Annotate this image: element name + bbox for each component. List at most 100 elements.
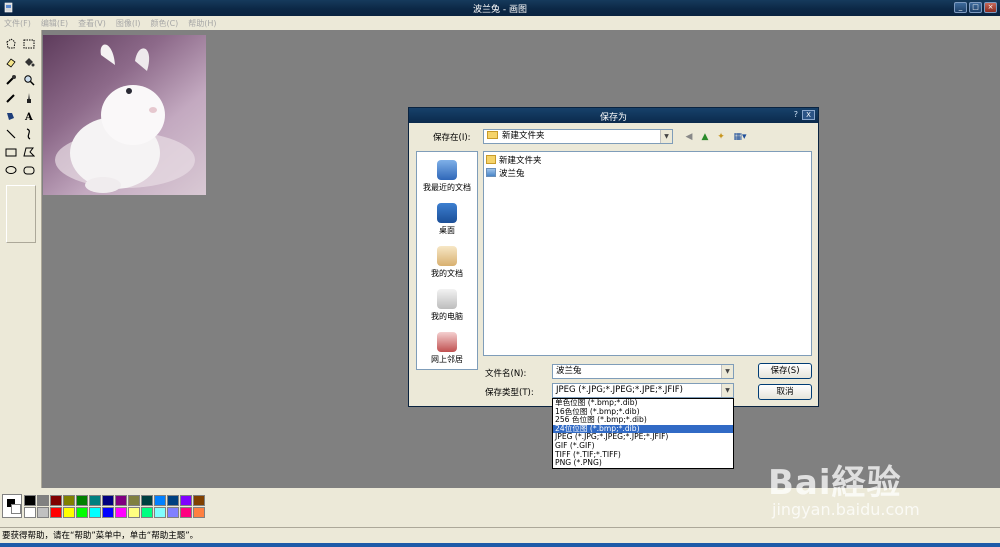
cancel-button[interactable]: 取消 [758, 384, 812, 400]
color-swatch[interactable] [193, 495, 205, 506]
ellipse-icon[interactable] [2, 161, 20, 178]
place-desktop[interactable]: 桌面 [417, 203, 477, 236]
place-network[interactable]: 网上邻居 [417, 332, 477, 365]
color-swatch[interactable] [63, 507, 75, 518]
filetype-option-selected[interactable]: 24位位图 (*.bmp;*.dib) [553, 424, 733, 434]
color-swatch[interactable] [102, 495, 114, 506]
brush-icon[interactable] [20, 89, 38, 106]
save-button[interactable]: 保存(S) [758, 363, 812, 379]
color-swatch[interactable] [76, 495, 88, 506]
watermark-url: jingyan.baidu.com [772, 500, 920, 519]
filetype-option[interactable]: 256 色位图 (*.bmp;*.dib) [553, 416, 733, 425]
color-swatch[interactable] [141, 495, 153, 506]
menu-file[interactable]: 文件(F) [4, 18, 31, 29]
line-icon[interactable] [2, 125, 20, 142]
color-picker-icon[interactable] [2, 71, 20, 88]
filetype-value: JPEG (*.JPG;*.JPEG;*.JPE;*.JFIF) [556, 385, 683, 395]
filetype-option[interactable]: TIFF (*.TIF;*.TIFF) [553, 451, 733, 460]
color-swatch[interactable] [76, 507, 88, 518]
filetype-option[interactable]: GIF (*.GIF) [553, 442, 733, 451]
window-controls: _ □ × [954, 2, 997, 13]
filetype-option[interactable]: PNG (*.PNG) [553, 459, 733, 468]
color-swatch[interactable] [167, 507, 179, 518]
view-menu-icon[interactable]: ▦▾ [731, 131, 749, 143]
up-folder-icon[interactable]: ▲ [699, 131, 711, 143]
recent-docs-icon [437, 160, 457, 180]
dialog-titlebar: 保存为 ? X [409, 108, 818, 123]
menu-edit[interactable]: 编辑(E) [41, 18, 68, 29]
my-computer-icon [437, 289, 457, 309]
watermark-logo: Bai経验 [768, 463, 902, 503]
color-swatch[interactable] [89, 507, 101, 518]
place-recent[interactable]: 我最近的文档 [417, 160, 477, 193]
eraser-icon[interactable] [2, 53, 20, 70]
filetype-dropdown-list[interactable]: 单色位图 (*.bmp;*.dib) 16色位图 (*.bmp;*.dib) 2… [552, 398, 734, 469]
color-swatch[interactable] [193, 507, 205, 518]
filetype-option[interactable]: 16色位图 (*.bmp;*.dib) [553, 408, 733, 417]
color-swatch[interactable] [89, 495, 101, 506]
color-swatch[interactable] [154, 495, 166, 506]
color-swatch[interactable] [128, 507, 140, 518]
color-swatches [24, 495, 205, 518]
save-in-select[interactable]: 新建文件夹 ▼ [483, 129, 673, 144]
free-select-icon[interactable] [2, 35, 20, 52]
new-folder-icon[interactable]: ✦ [715, 131, 727, 143]
color-swatch[interactable] [63, 495, 75, 506]
tool-options-box[interactable] [6, 185, 36, 243]
drawing-canvas[interactable] [43, 35, 206, 195]
color-swatch[interactable] [115, 507, 127, 518]
my-documents-icon [437, 246, 457, 266]
dialog-close-button[interactable]: X [802, 110, 815, 120]
place-my-computer[interactable]: 我的电脑 [417, 289, 477, 322]
rectangle-icon[interactable] [2, 143, 20, 160]
file-list[interactable]: 新建文件夹 波兰兔 [483, 151, 812, 356]
menu-help[interactable]: 帮助(H) [188, 18, 216, 29]
color-swatch[interactable] [180, 495, 192, 506]
chevron-down-icon[interactable]: ▼ [721, 365, 733, 378]
filename-field[interactable]: 波兰兔 ▼ [552, 364, 734, 379]
list-item[interactable]: 新建文件夹 [486, 154, 542, 166]
rounded-rect-icon[interactable] [20, 161, 38, 178]
filetype-option[interactable]: JPEG (*.JPG;*.JPEG;*.JPE;*.JFIF) [553, 433, 733, 442]
curve-icon[interactable] [20, 125, 38, 142]
minimize-button[interactable]: _ [954, 2, 967, 13]
color-swatch[interactable] [128, 495, 140, 506]
chevron-down-icon[interactable]: ▼ [660, 130, 672, 143]
color-swatch[interactable] [167, 495, 179, 506]
color-swatch[interactable] [115, 495, 127, 506]
back-icon[interactable]: ◀ [683, 131, 695, 143]
text-icon[interactable]: A [20, 107, 38, 124]
color-swatch[interactable] [24, 495, 36, 506]
dialog-nav-toolbar: ◀ ▲ ✦ ▦▾ [683, 131, 749, 143]
fill-bucket-icon[interactable] [20, 53, 38, 70]
close-window-button[interactable]: × [984, 2, 997, 13]
filetype-option[interactable]: 单色位图 (*.bmp;*.dib) [553, 399, 733, 408]
menu-image[interactable]: 图像(I) [116, 18, 141, 29]
color-swatch[interactable] [154, 507, 166, 518]
color-swatch[interactable] [37, 495, 49, 506]
color-swatch[interactable] [50, 495, 62, 506]
maximize-button[interactable]: □ [969, 2, 982, 13]
list-item[interactable]: 波兰兔 [486, 167, 525, 179]
color-swatch[interactable] [24, 507, 36, 518]
folder-icon [486, 155, 496, 164]
filetype-select[interactable]: JPEG (*.JPG;*.JPEG;*.JPE;*.JFIF) ▼ [552, 383, 734, 398]
chevron-down-icon[interactable]: ▼ [721, 384, 733, 397]
airbrush-icon[interactable] [2, 107, 20, 124]
rect-select-icon[interactable] [20, 35, 38, 52]
color-swatch[interactable] [50, 507, 62, 518]
menu-colors[interactable]: 颜色(C) [150, 18, 178, 29]
menu-view[interactable]: 查看(V) [78, 18, 106, 29]
taskbar [0, 543, 1000, 547]
place-my-documents[interactable]: 我的文档 [417, 246, 477, 279]
baidu-watermark: Bai経验 jingyan.baidu.com [760, 455, 990, 535]
polygon-icon[interactable] [20, 143, 38, 160]
magnifier-icon[interactable] [20, 71, 38, 88]
color-swatch[interactable] [37, 507, 49, 518]
help-button[interactable]: ? [794, 110, 798, 119]
pencil-icon[interactable] [2, 89, 20, 106]
color-swatch[interactable] [180, 507, 192, 518]
color-swatch[interactable] [102, 507, 114, 518]
color-swatch[interactable] [141, 507, 153, 518]
dialog-title: 保存为 [599, 113, 627, 123]
